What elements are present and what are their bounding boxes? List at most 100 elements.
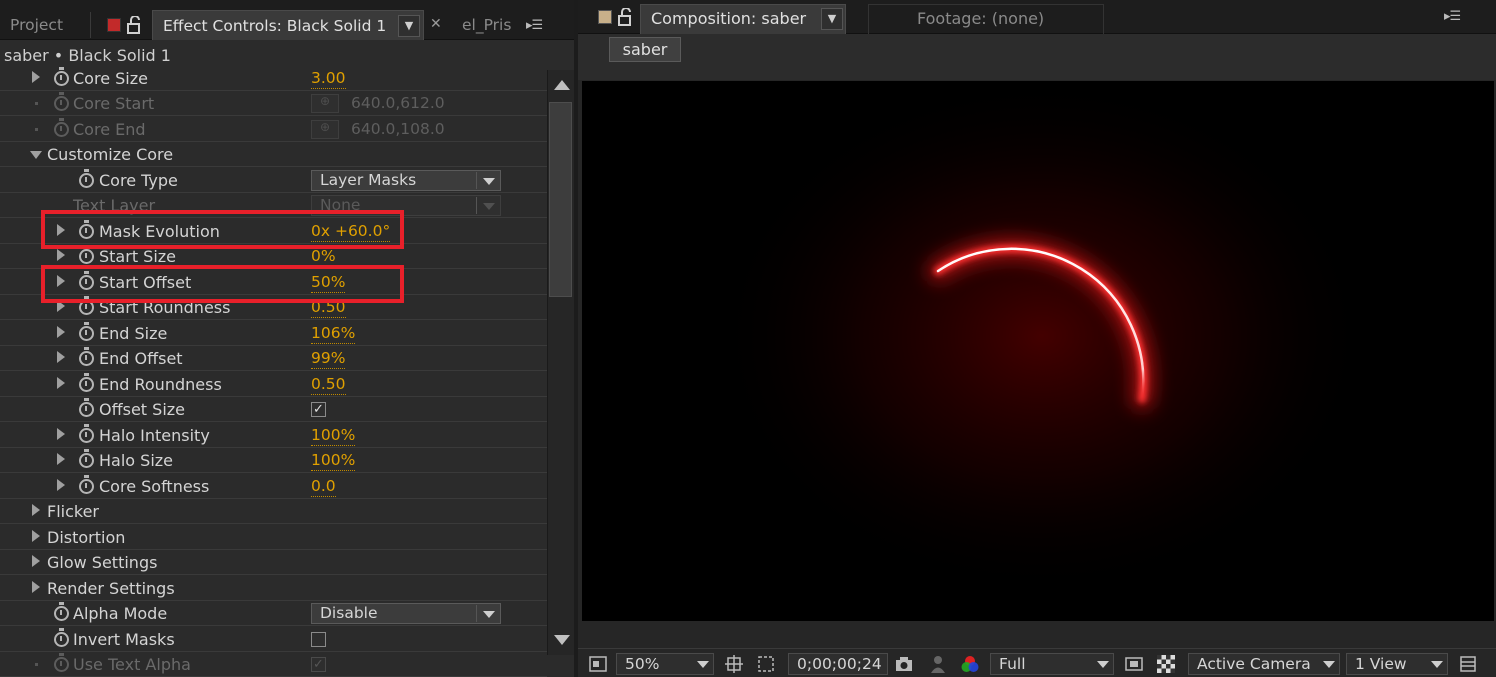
- scroll-down-icon[interactable]: [554, 635, 570, 645]
- prop-value[interactable]: 0.50: [311, 374, 346, 395]
- stopwatch-icon[interactable]: [79, 169, 94, 188]
- toggle-pixel-aspect-icon[interactable]: [1458, 654, 1478, 674]
- prop-value[interactable]: 100%: [311, 450, 356, 471]
- region-of-interest-icon[interactable]: [756, 654, 776, 674]
- timecode-display[interactable]: 0;00;00;24: [788, 653, 888, 675]
- prop-value[interactable]: 99%: [311, 348, 346, 369]
- prop-row-end-offset[interactable]: End Offset 99%: [0, 346, 547, 371]
- tab-prism[interactable]: el_Pris: [452, 10, 522, 40]
- stopwatch-icon[interactable]: [54, 602, 69, 621]
- prop-row-halo-size[interactable]: Halo Size 100%: [0, 448, 547, 473]
- point-target-icon: [311, 120, 339, 139]
- tab-project[interactable]: Project: [0, 10, 88, 40]
- group-label: Customize Core: [47, 145, 174, 164]
- prop-row-use-text-alpha: Use Text Alpha ✓: [0, 652, 547, 677]
- prop-row-core-size[interactable]: Core Size 3.00: [0, 66, 547, 91]
- saber-render: [582, 81, 1494, 621]
- always-preview-icon[interactable]: [588, 654, 608, 674]
- vertical-scrollbar[interactable]: [547, 70, 574, 655]
- expand-arrow-icon[interactable]: [32, 504, 40, 516]
- chevron-down-icon: [476, 605, 498, 622]
- stopwatch-icon[interactable]: [79, 322, 94, 341]
- prop-label: Core Size: [73, 69, 148, 88]
- group-render-settings[interactable]: Render Settings: [0, 576, 547, 601]
- stopwatch-icon[interactable]: [79, 449, 94, 468]
- stopwatch-icon[interactable]: [79, 347, 94, 366]
- prop-row-offset-size[interactable]: Offset Size ✓: [0, 397, 547, 422]
- lock-icon[interactable]: [618, 8, 634, 26]
- scroll-thumb[interactable]: [549, 102, 572, 297]
- stopwatch-icon[interactable]: [79, 398, 94, 417]
- panel-menu-icon[interactable]: ▸☰: [526, 18, 543, 33]
- checkerboard-icon[interactable]: [1156, 654, 1176, 674]
- prop-value[interactable]: 0%: [311, 246, 336, 267]
- stopwatch-icon: [54, 653, 69, 672]
- group-customize-core[interactable]: Customize Core: [0, 142, 547, 167]
- stopwatch-icon[interactable]: [79, 475, 94, 494]
- chevron-down-icon[interactable]: [692, 653, 714, 675]
- prop-row-end-roundness[interactable]: End Roundness 0.50: [0, 372, 547, 397]
- prop-value[interactable]: 3.00: [311, 68, 346, 89]
- prop-label: End Roundness: [99, 375, 222, 394]
- offset-size-checkbox[interactable]: ✓: [311, 402, 326, 417]
- lock-icon[interactable]: [127, 16, 143, 34]
- expand-arrow-icon[interactable]: [57, 479, 65, 491]
- prop-value[interactable]: 0.0: [311, 476, 336, 497]
- prop-value[interactable]: 106%: [311, 323, 356, 344]
- prop-row-invert-masks[interactable]: Invert Masks: [0, 627, 547, 652]
- timecode-value: 0;00;00;24: [797, 655, 882, 673]
- stopwatch-icon[interactable]: [79, 373, 94, 392]
- breadcrumb-saber[interactable]: saber: [609, 37, 681, 62]
- collapse-arrow-icon[interactable]: [30, 151, 42, 159]
- panel-menu-icon[interactable]: ▸☰: [1444, 9, 1461, 24]
- group-flicker[interactable]: Flicker: [0, 499, 547, 524]
- tab-footage[interactable]: Footage: (none): [868, 4, 1104, 34]
- expand-arrow-icon[interactable]: [32, 581, 40, 593]
- expand-arrow-icon[interactable]: [32, 530, 40, 542]
- expand-arrow-icon[interactable]: [57, 351, 65, 363]
- layer-color-icon: [107, 18, 121, 32]
- chevron-down-icon[interactable]: [1426, 653, 1448, 675]
- group-label: Glow Settings: [47, 553, 158, 572]
- expand-arrow-icon[interactable]: [57, 428, 65, 440]
- stopwatch-icon[interactable]: [79, 424, 94, 443]
- group-distortion[interactable]: Distortion: [0, 525, 547, 550]
- resolution-grid-icon[interactable]: [724, 654, 744, 674]
- core-type-select[interactable]: Layer Masks: [311, 170, 501, 191]
- prop-row-end-size[interactable]: End Size 106%: [0, 321, 547, 346]
- expand-arrow-icon[interactable]: [32, 555, 40, 567]
- expand-arrow-icon[interactable]: [57, 326, 65, 338]
- prop-row-alpha-mode[interactable]: Alpha Mode Disable: [0, 601, 547, 626]
- chevron-down-icon[interactable]: [1318, 653, 1340, 675]
- composition-viewer[interactable]: [582, 81, 1494, 621]
- alpha-mode-select[interactable]: Disable: [311, 603, 501, 624]
- invert-masks-checkbox[interactable]: [311, 632, 326, 647]
- resolution-value: Full: [999, 655, 1026, 673]
- expand-arrow-icon[interactable]: [57, 377, 65, 389]
- chevron-down-icon[interactable]: [1092, 653, 1114, 675]
- expand-arrow-icon[interactable]: [32, 71, 40, 83]
- expand-arrow-icon[interactable]: [57, 453, 65, 465]
- stopwatch-icon[interactable]: [79, 245, 94, 264]
- prop-row-core-type[interactable]: Core Type Layer Masks: [0, 168, 547, 193]
- prop-row-halo-intensity[interactable]: Halo Intensity 100%: [0, 423, 547, 448]
- close-icon[interactable]: ✕: [430, 16, 442, 32]
- prop-value[interactable]: 100%: [311, 425, 356, 446]
- group-glow-settings[interactable]: Glow Settings: [0, 550, 547, 575]
- fast-previews-icon[interactable]: [1124, 654, 1144, 674]
- stopwatch-icon[interactable]: [54, 628, 69, 647]
- stopwatch-icon[interactable]: [54, 67, 69, 86]
- color-channels-icon[interactable]: [960, 654, 980, 674]
- tab-composition[interactable]: Composition: saber: [640, 4, 846, 34]
- show-snapshot-icon[interactable]: [928, 654, 948, 674]
- prop-value: 640.0,108.0: [351, 120, 445, 138]
- camera-icon[interactable]: [894, 654, 914, 674]
- group-label: Distortion: [47, 528, 126, 547]
- point-target-icon: [311, 94, 339, 113]
- tab-dropdown-icon[interactable]: ▼: [398, 15, 420, 37]
- tab-dropdown-icon[interactable]: ▼: [821, 8, 843, 30]
- tab-effect-controls[interactable]: Effect Controls: Black Solid 1: [152, 10, 424, 40]
- prop-row-core-softness[interactable]: Core Softness 0.0: [0, 474, 547, 499]
- scroll-up-icon[interactable]: [554, 80, 570, 90]
- expand-arrow-icon[interactable]: [57, 249, 65, 261]
